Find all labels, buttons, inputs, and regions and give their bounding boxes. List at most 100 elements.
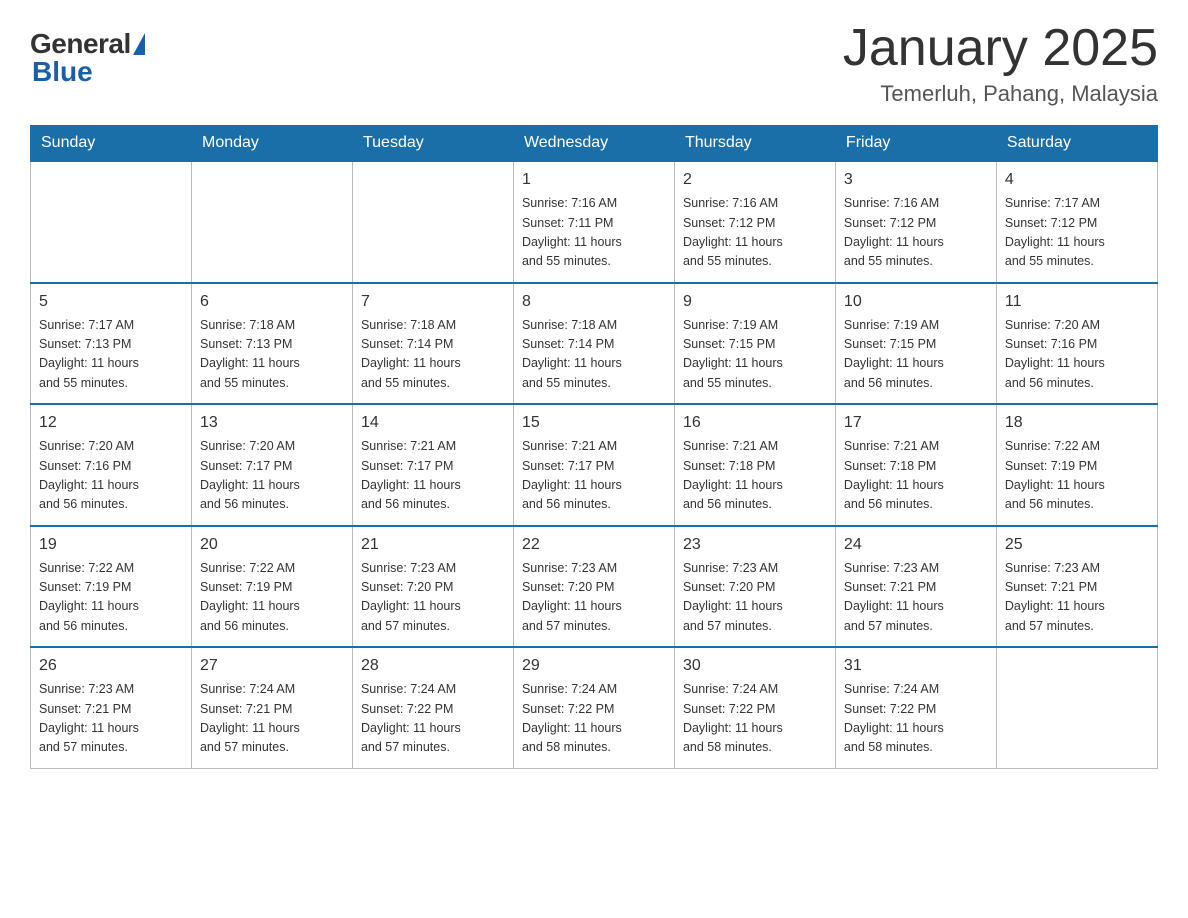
day-cell-22: 22Sunrise: 7:23 AMSunset: 7:20 PMDayligh…: [513, 526, 674, 648]
empty-cell: [996, 647, 1157, 768]
day-info: Sunrise: 7:24 AMSunset: 7:22 PMDaylight:…: [522, 680, 666, 758]
day-info: Sunrise: 7:22 AMSunset: 7:19 PMDaylight:…: [1005, 437, 1149, 515]
logo-blue-text: Blue: [32, 56, 93, 88]
week-row-3: 12Sunrise: 7:20 AMSunset: 7:16 PMDayligh…: [31, 404, 1158, 526]
day-info: Sunrise: 7:24 AMSunset: 7:22 PMDaylight:…: [683, 680, 827, 758]
page-header: General Blue January 2025 Temerluh, Paha…: [30, 20, 1158, 107]
day-info: Sunrise: 7:23 AMSunset: 7:21 PMDaylight:…: [39, 680, 183, 758]
day-number: 13: [200, 411, 344, 435]
day-cell-19: 19Sunrise: 7:22 AMSunset: 7:19 PMDayligh…: [31, 526, 192, 648]
weekday-header-saturday: Saturday: [996, 126, 1157, 162]
day-number: 26: [39, 654, 183, 678]
day-cell-7: 7Sunrise: 7:18 AMSunset: 7:14 PMDaylight…: [352, 283, 513, 405]
empty-cell: [191, 161, 352, 283]
logo: General Blue: [30, 28, 145, 88]
day-cell-27: 27Sunrise: 7:24 AMSunset: 7:21 PMDayligh…: [191, 647, 352, 768]
day-info: Sunrise: 7:21 AMSunset: 7:18 PMDaylight:…: [844, 437, 988, 515]
day-number: 28: [361, 654, 505, 678]
day-info: Sunrise: 7:21 AMSunset: 7:17 PMDaylight:…: [522, 437, 666, 515]
day-cell-26: 26Sunrise: 7:23 AMSunset: 7:21 PMDayligh…: [31, 647, 192, 768]
day-number: 12: [39, 411, 183, 435]
day-info: Sunrise: 7:18 AMSunset: 7:14 PMDaylight:…: [522, 316, 666, 394]
day-cell-30: 30Sunrise: 7:24 AMSunset: 7:22 PMDayligh…: [674, 647, 835, 768]
day-cell-15: 15Sunrise: 7:21 AMSunset: 7:17 PMDayligh…: [513, 404, 674, 526]
day-info: Sunrise: 7:16 AMSunset: 7:12 PMDaylight:…: [844, 194, 988, 272]
day-cell-10: 10Sunrise: 7:19 AMSunset: 7:15 PMDayligh…: [835, 283, 996, 405]
weekday-header-row: SundayMondayTuesdayWednesdayThursdayFrid…: [31, 126, 1158, 162]
day-number: 22: [522, 533, 666, 557]
day-number: 15: [522, 411, 666, 435]
day-number: 17: [844, 411, 988, 435]
day-info: Sunrise: 7:19 AMSunset: 7:15 PMDaylight:…: [844, 316, 988, 394]
day-info: Sunrise: 7:23 AMSunset: 7:21 PMDaylight:…: [1005, 559, 1149, 637]
day-info: Sunrise: 7:24 AMSunset: 7:22 PMDaylight:…: [361, 680, 505, 758]
day-cell-16: 16Sunrise: 7:21 AMSunset: 7:18 PMDayligh…: [674, 404, 835, 526]
day-number: 1: [522, 168, 666, 192]
day-cell-9: 9Sunrise: 7:19 AMSunset: 7:15 PMDaylight…: [674, 283, 835, 405]
day-number: 8: [522, 290, 666, 314]
day-number: 24: [844, 533, 988, 557]
day-info: Sunrise: 7:23 AMSunset: 7:21 PMDaylight:…: [844, 559, 988, 637]
empty-cell: [31, 161, 192, 283]
day-cell-20: 20Sunrise: 7:22 AMSunset: 7:19 PMDayligh…: [191, 526, 352, 648]
day-number: 9: [683, 290, 827, 314]
day-info: Sunrise: 7:20 AMSunset: 7:17 PMDaylight:…: [200, 437, 344, 515]
day-info: Sunrise: 7:22 AMSunset: 7:19 PMDaylight:…: [39, 559, 183, 637]
day-info: Sunrise: 7:18 AMSunset: 7:14 PMDaylight:…: [361, 316, 505, 394]
day-info: Sunrise: 7:23 AMSunset: 7:20 PMDaylight:…: [361, 559, 505, 637]
day-info: Sunrise: 7:21 AMSunset: 7:17 PMDaylight:…: [361, 437, 505, 515]
day-info: Sunrise: 7:21 AMSunset: 7:18 PMDaylight:…: [683, 437, 827, 515]
day-number: 7: [361, 290, 505, 314]
week-row-1: 1Sunrise: 7:16 AMSunset: 7:11 PMDaylight…: [31, 161, 1158, 283]
day-cell-12: 12Sunrise: 7:20 AMSunset: 7:16 PMDayligh…: [31, 404, 192, 526]
weekday-header-monday: Monday: [191, 126, 352, 162]
day-cell-3: 3Sunrise: 7:16 AMSunset: 7:12 PMDaylight…: [835, 161, 996, 283]
week-row-4: 19Sunrise: 7:22 AMSunset: 7:19 PMDayligh…: [31, 526, 1158, 648]
day-cell-5: 5Sunrise: 7:17 AMSunset: 7:13 PMDaylight…: [31, 283, 192, 405]
day-cell-25: 25Sunrise: 7:23 AMSunset: 7:21 PMDayligh…: [996, 526, 1157, 648]
day-cell-17: 17Sunrise: 7:21 AMSunset: 7:18 PMDayligh…: [835, 404, 996, 526]
day-info: Sunrise: 7:17 AMSunset: 7:13 PMDaylight:…: [39, 316, 183, 394]
day-number: 20: [200, 533, 344, 557]
logo-triangle-icon: [133, 33, 145, 55]
weekday-header-wednesday: Wednesday: [513, 126, 674, 162]
weekday-header-tuesday: Tuesday: [352, 126, 513, 162]
day-cell-1: 1Sunrise: 7:16 AMSunset: 7:11 PMDaylight…: [513, 161, 674, 283]
day-info: Sunrise: 7:19 AMSunset: 7:15 PMDaylight:…: [683, 316, 827, 394]
day-info: Sunrise: 7:24 AMSunset: 7:22 PMDaylight:…: [844, 680, 988, 758]
day-number: 5: [39, 290, 183, 314]
day-number: 18: [1005, 411, 1149, 435]
empty-cell: [352, 161, 513, 283]
day-cell-2: 2Sunrise: 7:16 AMSunset: 7:12 PMDaylight…: [674, 161, 835, 283]
day-number: 16: [683, 411, 827, 435]
day-cell-29: 29Sunrise: 7:24 AMSunset: 7:22 PMDayligh…: [513, 647, 674, 768]
day-cell-8: 8Sunrise: 7:18 AMSunset: 7:14 PMDaylight…: [513, 283, 674, 405]
day-number: 10: [844, 290, 988, 314]
day-info: Sunrise: 7:20 AMSunset: 7:16 PMDaylight:…: [39, 437, 183, 515]
day-cell-13: 13Sunrise: 7:20 AMSunset: 7:17 PMDayligh…: [191, 404, 352, 526]
day-cell-28: 28Sunrise: 7:24 AMSunset: 7:22 PMDayligh…: [352, 647, 513, 768]
day-cell-6: 6Sunrise: 7:18 AMSunset: 7:13 PMDaylight…: [191, 283, 352, 405]
day-number: 2: [683, 168, 827, 192]
day-number: 4: [1005, 168, 1149, 192]
weekday-header-sunday: Sunday: [31, 126, 192, 162]
day-number: 3: [844, 168, 988, 192]
day-number: 6: [200, 290, 344, 314]
day-number: 25: [1005, 533, 1149, 557]
day-info: Sunrise: 7:24 AMSunset: 7:21 PMDaylight:…: [200, 680, 344, 758]
day-info: Sunrise: 7:23 AMSunset: 7:20 PMDaylight:…: [522, 559, 666, 637]
weekday-header-friday: Friday: [835, 126, 996, 162]
day-info: Sunrise: 7:20 AMSunset: 7:16 PMDaylight:…: [1005, 316, 1149, 394]
day-number: 11: [1005, 290, 1149, 314]
day-info: Sunrise: 7:23 AMSunset: 7:20 PMDaylight:…: [683, 559, 827, 637]
calendar-table: SundayMondayTuesdayWednesdayThursdayFrid…: [30, 125, 1158, 769]
month-title: January 2025: [843, 20, 1158, 77]
day-cell-24: 24Sunrise: 7:23 AMSunset: 7:21 PMDayligh…: [835, 526, 996, 648]
day-cell-31: 31Sunrise: 7:24 AMSunset: 7:22 PMDayligh…: [835, 647, 996, 768]
day-info: Sunrise: 7:16 AMSunset: 7:12 PMDaylight:…: [683, 194, 827, 272]
day-info: Sunrise: 7:18 AMSunset: 7:13 PMDaylight:…: [200, 316, 344, 394]
day-number: 31: [844, 654, 988, 678]
location-title: Temerluh, Pahang, Malaysia: [843, 81, 1158, 107]
week-row-2: 5Sunrise: 7:17 AMSunset: 7:13 PMDaylight…: [31, 283, 1158, 405]
day-cell-4: 4Sunrise: 7:17 AMSunset: 7:12 PMDaylight…: [996, 161, 1157, 283]
